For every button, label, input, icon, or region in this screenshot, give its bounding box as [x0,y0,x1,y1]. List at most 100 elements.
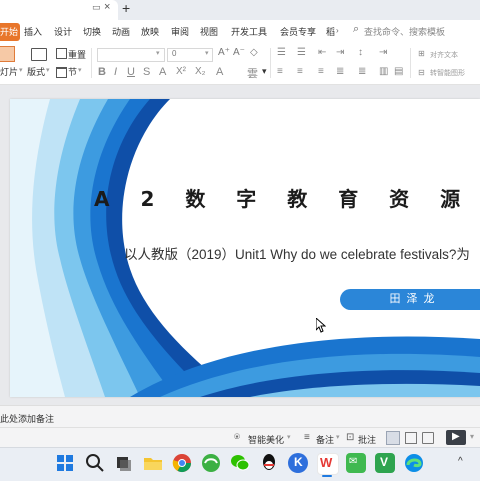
beautify-icon[interactable]: ⍟ [234,432,240,443]
document-tab[interactable]: ▭ × [0,0,118,20]
search-icon[interactable] [85,453,105,473]
smart-graphic-button[interactable]: 转智能图形 [430,68,465,78]
menu-start[interactable]: 开始 [0,23,20,41]
new-tab-icon[interactable]: + [122,0,130,16]
wechat-icon[interactable] [230,453,250,473]
chrome-icon[interactable] [172,453,192,473]
align-center-icon[interactable]: ≡ [297,66,303,77]
ribbon-divider [410,48,411,78]
chevron-down-icon[interactable]: ▾ [262,66,267,77]
reset-icon[interactable] [56,48,67,59]
menu-item-review[interactable]: 审阅 [171,25,189,38]
mouse-cursor-icon [316,318,326,333]
chevron-down-icon[interactable]: ▾ [287,433,291,441]
windows-start-icon[interactable] [55,453,75,473]
menu-item-view[interactable]: 视图 [200,25,218,38]
play-icon: ▶ [452,431,460,442]
text-shadow-icon[interactable]: S [143,66,150,78]
text-direction-icon[interactable]: ⇥ [379,47,387,58]
align-text-icon[interactable]: ⊞ [418,49,425,58]
menu-item-animation[interactable]: 动画 [112,25,130,38]
chevron-down-icon[interactable]: ▾ [336,433,340,441]
highlight-icon[interactable]: A [216,66,223,78]
ribbon-toolbar: 灯片 ▾ 版式 ▾ 重置 节 ▾ ▾ 0 ▾ A⁺ A⁻ ◇ B I U S A… [0,44,480,85]
chevron-down-icon[interactable]: ▾ [78,66,82,74]
green-app-icon[interactable]: ✉ [346,453,366,473]
slide-sorter-icon[interactable] [405,432,417,444]
qq-icon[interactable] [259,453,279,473]
active-app-indicator [322,475,332,477]
justify-icon[interactable]: ≣ [336,66,344,77]
reading-view-icon[interactable] [422,432,434,444]
chevron-down-icon[interactable]: ▾ [46,66,50,74]
new-slide-icon[interactable] [0,46,15,62]
bullet-list-icon[interactable]: ☰ [277,47,286,58]
menu-item-member[interactable]: 会员专享 [280,25,316,38]
menu-item-developer[interactable]: 开发工具 [231,25,267,38]
underline-icon[interactable]: U [127,66,135,78]
slide-canvas[interactable]: A 2 数 字 教 育 资 源 获 取 与 评 以人教版（2019）Unit1 … [10,99,480,397]
char-spacing-icon[interactable]: 雲 [247,65,258,81]
k-app-icon[interactable]: K [288,453,308,473]
section-button[interactable]: 节 [68,65,77,78]
smart-beautify-button[interactable]: 智能美化 [248,433,284,446]
chevron-up-icon[interactable]: ^ [458,456,463,467]
menu-item-more[interactable]: 稻 [326,25,335,38]
decrease-font-icon[interactable]: A⁻ [233,47,245,58]
numbered-list-icon[interactable]: ☰ [297,47,306,58]
tab-menu-icon[interactable]: ▭ [92,2,101,13]
align-left-icon[interactable]: ≡ [277,66,283,77]
line-spacing-icon[interactable]: ↕ [358,47,363,58]
menu-item-design[interactable]: 设计 [54,25,72,38]
chevron-down-icon[interactable]: ▾ [470,432,474,441]
v-app-icon[interactable]: V [375,453,395,473]
command-search-input[interactable]: 查找命令、搜索模板 [364,25,445,38]
font-family-select[interactable] [97,48,165,62]
menu-item-transition[interactable]: 切换 [83,25,101,38]
search-icon[interactable]: ⌕ [353,23,359,36]
reset-button[interactable]: 重置 [68,48,86,61]
file-explorer-icon[interactable] [143,453,163,473]
layout-button[interactable]: 版式 [27,65,45,78]
slide-subtitle[interactable]: 以人教版（2019）Unit1 Why do we celebrate fest… [124,243,470,263]
subscript-icon[interactable]: X₂ [195,66,206,77]
chevron-down-icon: ▾ [156,50,160,57]
columns-icon[interactable]: ▥ [379,66,388,77]
new-slide-label[interactable]: 灯片 [0,65,18,78]
comment-toggle-button[interactable]: 批注 [358,433,376,446]
author-badge[interactable]: 田泽龙 [340,289,480,310]
menu-item-insert[interactable]: 插入 [24,25,42,38]
edge-icon[interactable] [404,453,424,473]
notes-placeholder[interactable]: 此处添加备注 [0,412,54,425]
bold-icon[interactable]: B [98,66,106,78]
menu-item-slideshow[interactable]: 放映 [141,25,159,38]
superscript-icon[interactable]: X² [176,66,186,77]
ribbon-divider [270,48,271,78]
wps-icon[interactable]: W [317,453,339,475]
vertical-align-icon[interactable]: ▤ [394,66,403,77]
align-right-icon[interactable]: ≡ [318,66,324,77]
chevron-right-icon[interactable]: › [336,26,339,35]
indent-increase-icon[interactable]: ⇥ [336,47,344,58]
clear-format-icon[interactable]: ◇ [250,47,258,58]
close-tab-icon[interactable]: × [104,1,110,13]
italic-icon[interactable]: I [114,66,117,78]
increase-font-icon[interactable]: A⁺ [218,47,230,58]
slide-title[interactable]: A 2 数 字 教 育 资 源 获 取 与 评 [94,183,480,212]
notes-toggle-button[interactable]: 备注 [316,433,334,446]
font-color-icon[interactable]: A [159,66,166,78]
comment-icon[interactable]: ⊡ [346,432,354,443]
indent-decrease-icon[interactable]: ⇤ [318,47,326,58]
slideshow-play-button[interactable]: ▶ [446,430,466,445]
smart-graphic-icon[interactable]: ⊟ [418,68,425,77]
section-icon[interactable] [56,67,67,78]
task-view-icon[interactable] [114,453,134,473]
distribute-icon[interactable]: ≣ [358,66,366,77]
360-browser-icon[interactable] [201,453,221,473]
align-text-button[interactable]: 对齐文本 [430,50,458,60]
normal-view-icon[interactable] [386,431,400,445]
notes-icon[interactable]: ≡ [304,432,310,443]
chevron-down-icon[interactable]: ▾ [19,66,23,74]
layout-icon[interactable] [31,48,47,61]
notes-pane[interactable]: 此处添加备注 [0,405,480,428]
